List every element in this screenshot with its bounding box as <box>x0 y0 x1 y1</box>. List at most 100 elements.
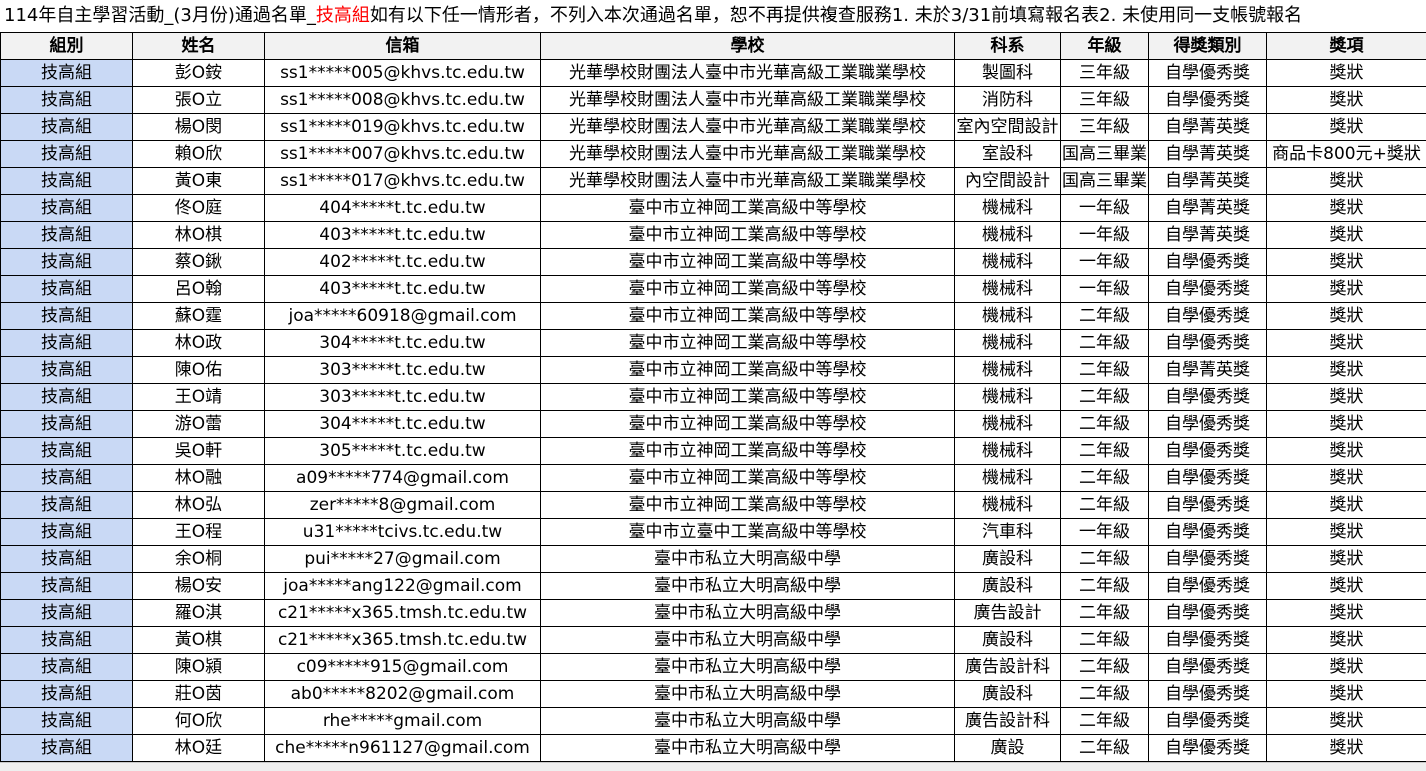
cell-name[interactable]: 彭O銨 <box>133 60 265 87</box>
cell-grade[interactable]: 二年級 <box>1061 411 1149 438</box>
cell-name[interactable]: 蘇O霆 <box>133 303 265 330</box>
cell-group[interactable]: 技高組 <box>1 627 133 654</box>
cell-email[interactable]: ab0*****8202@gmail.com <box>265 681 541 708</box>
cell-name[interactable]: 游O蕾 <box>133 411 265 438</box>
cell-name[interactable]: 吳O軒 <box>133 438 265 465</box>
cell-department[interactable]: 汽車科 <box>955 519 1061 546</box>
cell-department[interactable]: 消防科 <box>955 87 1061 114</box>
cell-name[interactable]: 林O弘 <box>133 492 265 519</box>
cell-prize[interactable]: 獎狀 <box>1267 168 1426 195</box>
cell-award-type[interactable]: 自學優秀獎 <box>1149 735 1267 762</box>
cell-email[interactable]: c09*****915@gmail.com <box>265 654 541 681</box>
cell-email[interactable]: 303*****t.tc.edu.tw <box>265 357 541 384</box>
cell-email[interactable]: rhe*****gmail.com <box>265 708 541 735</box>
cell-email[interactable]: 304*****t.tc.edu.tw <box>265 330 541 357</box>
cell-email[interactable]: c21*****x365.tmsh.tc.edu.tw <box>265 600 541 627</box>
cell-award-type[interactable]: 自學菁英獎 <box>1149 222 1267 249</box>
cell-prize[interactable]: 獎狀 <box>1267 276 1426 303</box>
cell-email[interactable]: 402*****t.tc.edu.tw <box>265 249 541 276</box>
cell-department[interactable]: 機械科 <box>955 465 1061 492</box>
cell-grade[interactable]: 二年級 <box>1061 627 1149 654</box>
cell-school[interactable]: 臺中市私立大明高級中學 <box>541 735 955 762</box>
cell-group[interactable]: 技高組 <box>1 708 133 735</box>
cell-department[interactable]: 廣告設計科 <box>955 708 1061 735</box>
cell-department[interactable]: 廣設科 <box>955 681 1061 708</box>
cell-email[interactable]: ss1*****007@khvs.tc.edu.tw <box>265 141 541 168</box>
cell-email[interactable]: u31*****tcivs.tc.edu.tw <box>265 519 541 546</box>
header-group[interactable]: 組別 <box>1 33 133 60</box>
cell-award-type[interactable]: 自學優秀獎 <box>1149 600 1267 627</box>
cell-department[interactable]: 機械科 <box>955 276 1061 303</box>
cell-name[interactable]: 楊O閔 <box>133 114 265 141</box>
cell-prize[interactable]: 獎狀 <box>1267 735 1426 762</box>
cell-school[interactable]: 臺中市立神岡工業高級中等學校 <box>541 357 955 384</box>
cell-group[interactable]: 技高組 <box>1 546 133 573</box>
cell-group[interactable]: 技高組 <box>1 249 133 276</box>
cell-school[interactable]: 臺中市立神岡工業高級中等學校 <box>541 330 955 357</box>
cell-award-type[interactable]: 自學菁英獎 <box>1149 114 1267 141</box>
cell-department[interactable]: 廣設科 <box>955 573 1061 600</box>
cell-school[interactable]: 光華學校財團法人臺中市光華高級工業職業學校 <box>541 60 955 87</box>
cell-grade[interactable]: 二年級 <box>1061 384 1149 411</box>
cell-name[interactable]: 陳O潁 <box>133 654 265 681</box>
cell-group[interactable]: 技高組 <box>1 600 133 627</box>
cell-department[interactable]: 廣告設計 <box>955 600 1061 627</box>
cell-award-type[interactable]: 自學優秀獎 <box>1149 546 1267 573</box>
cell-school[interactable]: 臺中市立神岡工業高級中等學校 <box>541 249 955 276</box>
cell-grade[interactable]: 二年級 <box>1061 303 1149 330</box>
cell-award-type[interactable]: 自學優秀獎 <box>1149 276 1267 303</box>
cell-prize[interactable]: 獎狀 <box>1267 303 1426 330</box>
header-prize[interactable]: 獎項 <box>1267 33 1426 60</box>
cell-grade[interactable]: 二年級 <box>1061 330 1149 357</box>
header-school[interactable]: 學校 <box>541 33 955 60</box>
cell-school[interactable]: 臺中市私立大明高級中學 <box>541 627 955 654</box>
cell-grade[interactable]: 国高三畢業 <box>1061 141 1149 168</box>
cell-prize[interactable]: 獎狀 <box>1267 87 1426 114</box>
cell-award-type[interactable]: 自學菁英獎 <box>1149 168 1267 195</box>
header-grade[interactable]: 年級 <box>1061 33 1149 60</box>
cell-school[interactable]: 臺中市立神岡工業高級中等學校 <box>541 384 955 411</box>
cell-prize[interactable]: 獎狀 <box>1267 60 1426 87</box>
cell-department[interactable]: 廣設科 <box>955 627 1061 654</box>
cell-department[interactable]: 機械科 <box>955 357 1061 384</box>
cell-grade[interactable]: 二年級 <box>1061 573 1149 600</box>
cell-prize[interactable]: 商品卡800元+獎狀 <box>1267 141 1426 168</box>
cell-prize[interactable]: 獎狀 <box>1267 627 1426 654</box>
cell-department[interactable]: 製圖科 <box>955 60 1061 87</box>
cell-name[interactable]: 林O政 <box>133 330 265 357</box>
cell-award-type[interactable]: 自學優秀獎 <box>1149 411 1267 438</box>
cell-school[interactable]: 臺中市立神岡工業高級中等學校 <box>541 438 955 465</box>
cell-prize[interactable]: 獎狀 <box>1267 384 1426 411</box>
cell-email[interactable]: 305*****t.tc.edu.tw <box>265 438 541 465</box>
cell-school[interactable]: 光華學校財團法人臺中市光華高級工業職業學校 <box>541 168 955 195</box>
cell-school[interactable]: 光華學校財團法人臺中市光華高級工業職業學校 <box>541 141 955 168</box>
cell-prize[interactable]: 獎狀 <box>1267 330 1426 357</box>
cell-award-type[interactable]: 自學優秀獎 <box>1149 60 1267 87</box>
cell-group[interactable]: 技高組 <box>1 141 133 168</box>
cell-group[interactable]: 技高組 <box>1 114 133 141</box>
cell-email[interactable]: che*****n961127@gmail.com <box>265 735 541 762</box>
cell-name[interactable]: 楊O安 <box>133 573 265 600</box>
cell-prize[interactable]: 獎狀 <box>1267 519 1426 546</box>
cell-prize[interactable]: 獎狀 <box>1267 600 1426 627</box>
cell-grade[interactable]: 二年級 <box>1061 357 1149 384</box>
cell-name[interactable]: 林O融 <box>133 465 265 492</box>
cell-award-type[interactable]: 自學優秀獎 <box>1149 249 1267 276</box>
cell-prize[interactable]: 獎狀 <box>1267 654 1426 681</box>
cell-group[interactable]: 技高組 <box>1 465 133 492</box>
cell-school[interactable]: 臺中市立臺中工業高級中等學校 <box>541 519 955 546</box>
cell-name[interactable]: 林O廷 <box>133 735 265 762</box>
cell-prize[interactable]: 獎狀 <box>1267 438 1426 465</box>
cell-group[interactable]: 技高組 <box>1 735 133 762</box>
cell-email[interactable]: ss1*****005@khvs.tc.edu.tw <box>265 60 541 87</box>
cell-school[interactable]: 臺中市立神岡工業高級中等學校 <box>541 303 955 330</box>
cell-school[interactable]: 臺中市私立大明高級中學 <box>541 546 955 573</box>
cell-award-type[interactable]: 自學優秀獎 <box>1149 330 1267 357</box>
cell-name[interactable]: 佟O庭 <box>133 195 265 222</box>
cell-grade[interactable]: 三年級 <box>1061 60 1149 87</box>
cell-grade[interactable]: 一年級 <box>1061 195 1149 222</box>
cell-prize[interactable]: 獎狀 <box>1267 708 1426 735</box>
cell-group[interactable]: 技高組 <box>1 411 133 438</box>
cell-grade[interactable]: 一年級 <box>1061 276 1149 303</box>
cell-email[interactable]: ss1*****019@khvs.tc.edu.tw <box>265 114 541 141</box>
